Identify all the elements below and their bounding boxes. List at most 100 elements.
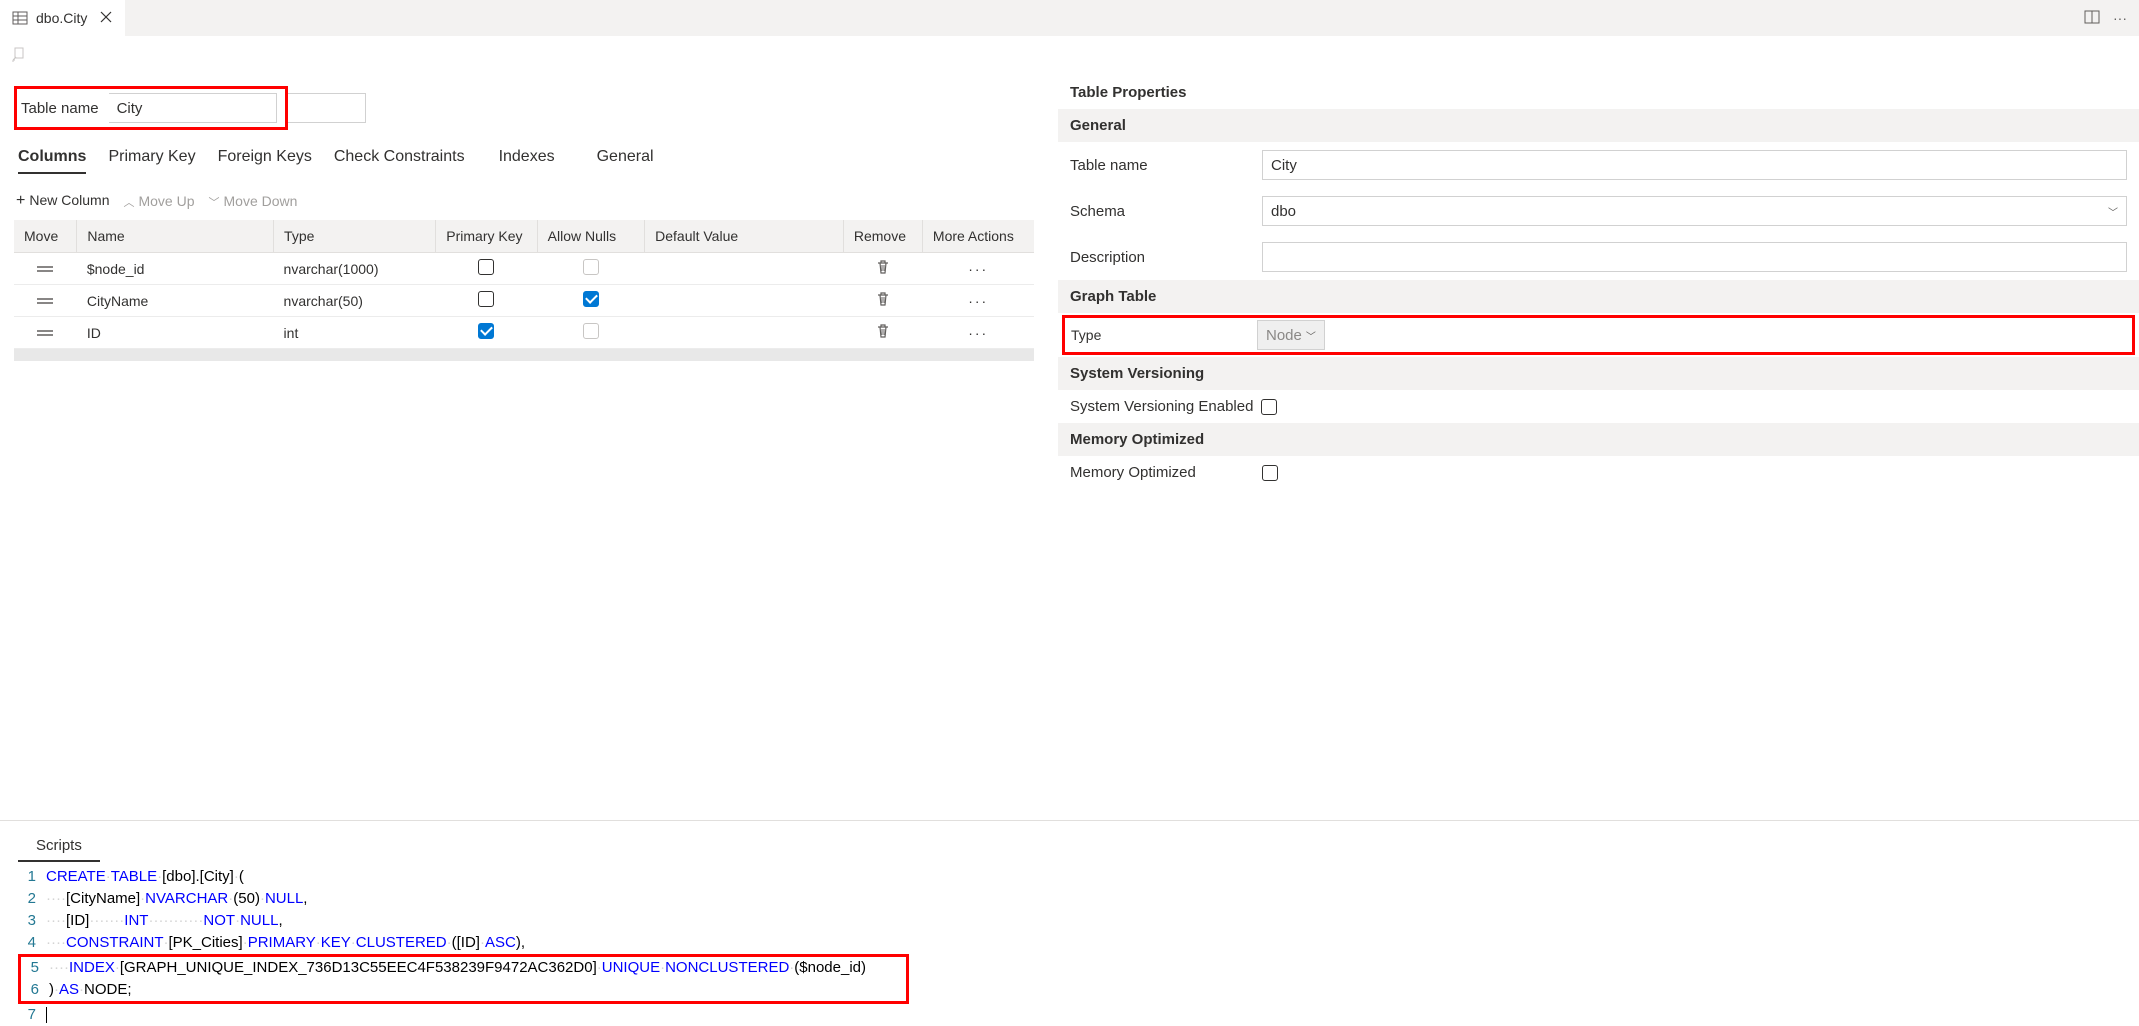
tab-general[interactable]: General [597,148,654,174]
cell-type[interactable]: int [274,317,436,349]
more-actions-icon[interactable]: ··· [968,261,988,277]
cell-default[interactable] [645,253,844,285]
table-name-label: Table name [21,100,99,117]
drag-handle-icon[interactable] [36,264,54,274]
columns-grid: Move Name Type Primary Key Allow Nulls D… [14,220,1034,349]
prop-schema-label: Schema [1070,203,1262,220]
grid-footer-bar [14,349,1034,361]
nulls-checkbox[interactable] [583,323,599,339]
prop-type-label: Type [1071,327,1257,343]
prop-type-select[interactable]: Node﹀ [1257,320,1325,350]
tab-primary-key[interactable]: Primary Key [108,148,195,174]
code-line[interactable]: 6)·AS·NODE; [21,979,866,1001]
prop-description-label: Description [1070,249,1262,266]
col-pk: Primary Key [436,220,537,253]
drag-handle-icon[interactable] [36,328,54,338]
nulls-checkbox[interactable] [583,291,599,307]
editor-tab[interactable]: dbo.City [0,0,125,36]
section-memory-optimized: Memory Optimized [1058,423,2139,456]
cell-name[interactable]: CityName [77,285,274,317]
table-row[interactable]: $node_idnvarchar(1000) ··· [14,253,1034,285]
tab-check-constraints[interactable]: Check Constraints [334,148,465,174]
scripts-pane: Scripts 1CREATE·TABLE·[dbo].[City]·(2···… [0,820,2139,1026]
graph-type-highlight: Type Node﹀ [1062,315,2135,355]
cell-default[interactable] [645,317,844,349]
table-name-input[interactable] [109,93,277,123]
line-number: 7 [18,1004,46,1026]
table-name-input-ext[interactable] [288,93,366,123]
code-line[interactable]: 5····INDEX·[GRAPH_UNIQUE_INDEX_736D13C55… [21,957,866,979]
line-number: 3 [18,910,46,932]
code-line[interactable]: 7 [18,1004,2139,1026]
script-editor[interactable]: 1CREATE·TABLE·[dbo].[City]·(2····[CityNa… [0,862,2139,1026]
move-down-button[interactable]: ﹀Move Down [209,193,298,210]
table-row[interactable]: CityNamenvarchar(50) ··· [14,285,1034,317]
chevron-down-icon: ﹀ [1306,328,1316,343]
cell-type[interactable]: nvarchar(1000) [274,253,436,285]
code-line[interactable]: 4····CONSTRAINT·[PK_Cities]·PRIMARY·KEY·… [18,932,2139,954]
trash-icon[interactable] [875,262,891,278]
tab-columns[interactable]: Columns [18,148,86,174]
code-line[interactable]: 1CREATE·TABLE·[dbo].[City]·( [18,866,2139,888]
code-line[interactable]: 2····[CityName]·NVARCHAR·(50)·NULL, [18,888,2139,910]
drag-handle-icon[interactable] [36,296,54,306]
memopt-checkbox[interactable] [1262,465,1278,481]
designer-tabs: Columns Primary Key Foreign Keys Check C… [14,148,1058,174]
prop-schema-select[interactable]: dbo﹀ [1262,196,2127,226]
more-actions-icon[interactable]: ··· [968,325,988,341]
cell-name[interactable]: $node_id [77,253,274,285]
close-icon[interactable] [99,10,113,27]
sysver-checkbox[interactable] [1261,399,1277,415]
line-number: 6 [21,979,49,1001]
line-number: 5 [21,957,49,979]
line-number: 1 [18,866,46,888]
pk-checkbox[interactable] [478,259,494,275]
cell-name[interactable]: ID [77,317,274,349]
section-system-versioning: System Versioning [1058,357,2139,390]
col-move: Move [14,220,77,253]
col-nulls: Allow Nulls [537,220,644,253]
prop-sysver-label: System Versioning Enabled [1070,398,1253,415]
split-editor-icon[interactable] [2083,8,2101,29]
nulls-checkbox[interactable] [583,259,599,275]
prop-description-input[interactable] [1262,242,2127,272]
prop-memopt-label: Memory Optimized [1070,464,1262,481]
tab-indexes[interactable]: Indexes [499,148,555,174]
chevron-down-icon: ﹀ [2108,204,2118,219]
trash-icon[interactable] [875,326,891,342]
line-number: 4 [18,932,46,954]
line-number: 2 [18,888,46,910]
column-actions: +New Column ︿Move Up ﹀Move Down [14,192,1058,210]
tab-foreign-keys[interactable]: Foreign Keys [218,148,312,174]
pk-checkbox[interactable] [478,291,494,307]
table-row[interactable]: IDint ··· [14,317,1034,349]
cell-default[interactable] [645,285,844,317]
col-type: Type [274,220,436,253]
code-line[interactable]: 3····[ID]·······INT···········NOT·NULL, [18,910,2139,932]
move-up-button[interactable]: ︿Move Up [123,193,194,210]
more-icon[interactable]: ··· [2113,10,2127,26]
col-remove: Remove [843,220,922,253]
prop-table-name-label: Table name [1070,157,1262,174]
properties-pane: Table Properties General Table name Sche… [1058,76,2139,820]
cell-type[interactable]: nvarchar(50) [274,285,436,317]
col-default: Default Value [645,220,844,253]
new-column-button[interactable]: +New Column [16,192,109,210]
col-name: Name [77,220,274,253]
col-more: More Actions [922,220,1034,253]
secondary-toolbar [0,36,2139,76]
table-icon [12,10,28,26]
section-graph-table: Graph Table [1058,280,2139,313]
designer-pane: Table name Columns Primary Key Foreign K… [0,76,1058,820]
more-actions-icon[interactable]: ··· [968,293,988,309]
prop-table-name-input[interactable] [1262,150,2127,180]
pk-checkbox[interactable] [478,323,494,339]
tab-title: dbo.City [36,10,87,26]
text-cursor [46,1007,47,1023]
table-name-highlight: Table name [14,86,288,130]
publish-icon[interactable] [10,46,28,67]
trash-icon[interactable] [875,294,891,310]
properties-title: Table Properties [1058,76,2139,109]
section-general: General [1058,109,2139,142]
scripts-tab[interactable]: Scripts [18,831,100,862]
